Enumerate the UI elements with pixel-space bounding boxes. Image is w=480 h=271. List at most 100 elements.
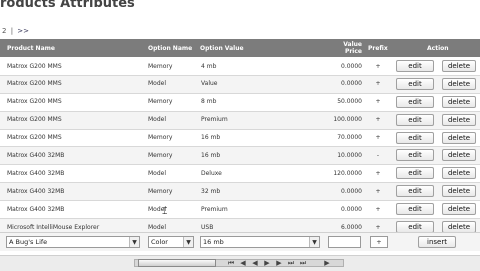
- product-select-value: A Bug's Life: [9, 238, 48, 246]
- chevron-down-icon[interactable]: ▼: [183, 237, 193, 247]
- play-icon[interactable]: ▶: [262, 258, 272, 268]
- prefix-input[interactable]: +: [370, 236, 388, 248]
- cell-option-value: Premium: [201, 116, 228, 124]
- cell-option-value: Premium: [201, 205, 228, 213]
- table-header: Product Name Option Name Option Value Va…: [0, 39, 480, 57]
- add-attribute-row: A Bug's Life ▼ Color ▼ 16 mb ▼ + insert: [0, 232, 480, 251]
- cell-prefix: +: [375, 62, 381, 70]
- edit-button[interactable]: edit: [396, 131, 434, 144]
- horizontal-scrollbar[interactable]: ⏮ ◀ ◀ ▶ ▶ ⏭ ⏭ ▶: [0, 255, 480, 271]
- edit-button[interactable]: edit: [396, 60, 434, 72]
- cell-value-price: 0.0000: [341, 80, 362, 88]
- cell-prefix: +: [375, 116, 381, 124]
- cell-prefix: +: [375, 205, 381, 213]
- page-title: roducts Attributes: [0, 0, 135, 11]
- cell-value-price: 100.0000: [333, 116, 362, 124]
- cell-product-name: Matrox G200 MMS: [7, 80, 62, 88]
- cell-option-name: Model: [148, 80, 167, 88]
- cell-option-value: 16 mb: [201, 134, 221, 142]
- header-value-price-line1: Value: [343, 41, 362, 48]
- header-action: Action: [427, 44, 449, 52]
- table-row: Matrox G200 MMS Model Premium 100.0000 +…: [0, 111, 480, 130]
- cell-option-name: Memory: [148, 151, 173, 159]
- delete-button[interactable]: delete: [442, 167, 476, 180]
- cell-prefix: +: [375, 187, 381, 195]
- scrollbar-thumb[interactable]: [138, 259, 216, 267]
- value-select[interactable]: 16 mb ▼: [200, 236, 320, 248]
- cell-product-name: Matrox G200 MMS: [7, 116, 62, 124]
- forward-icon[interactable]: ▶: [274, 258, 284, 268]
- insert-button[interactable]: insert: [418, 236, 456, 248]
- cell-product-name: Matrox G400 32MB: [7, 151, 65, 159]
- cell-value-price: 0.0000: [341, 205, 362, 213]
- delete-button[interactable]: delete: [442, 95, 476, 108]
- option-select[interactable]: Color ▼: [148, 236, 194, 248]
- edit-button[interactable]: edit: [396, 203, 434, 216]
- cell-product-name: Matrox G400 32MB: [7, 205, 65, 213]
- pager-separator: |: [10, 27, 14, 35]
- value-select-value: 16 mb: [203, 238, 224, 246]
- cell-prefix: -: [376, 151, 380, 159]
- edit-button[interactable]: edit: [396, 77, 434, 90]
- cell-value-price: 120.0000: [333, 169, 362, 177]
- delete-button[interactable]: delete: [442, 60, 476, 72]
- edit-button[interactable]: edit: [396, 95, 434, 108]
- cell-value-price: 10.0000: [337, 151, 362, 159]
- edit-button[interactable]: edit: [396, 113, 434, 126]
- header-value-price: Value Price: [336, 39, 362, 57]
- table-row: Matrox G400 32MB Model Deluxe 120.0000 +…: [0, 165, 480, 184]
- cell-option-value: Deluxe: [201, 169, 222, 177]
- table-row: Matrox G200 MMS Model Value 0.0000 + edi…: [0, 75, 480, 94]
- delete-button[interactable]: delete: [442, 77, 476, 90]
- cell-prefix: +: [375, 98, 381, 106]
- header-product-name: Product Name: [7, 44, 55, 52]
- edit-button[interactable]: edit: [396, 185, 434, 198]
- attributes-table-body: Matrox G200 MMS Memory 4 mb 0.0000 + edi…: [0, 58, 480, 237]
- next-page-icon[interactable]: ⏭: [286, 258, 296, 268]
- cell-product-name: Matrox G400 32MB: [7, 169, 65, 177]
- cell-option-name: Memory: [148, 187, 173, 195]
- pagination: 2 | >>: [2, 27, 31, 35]
- last-page-icon[interactable]: ⏭: [298, 258, 308, 268]
- cell-product-name: Matrox G200 MMS: [7, 98, 62, 106]
- cell-value-price: 0.0000: [341, 62, 362, 70]
- value-price-input[interactable]: [328, 236, 361, 248]
- table-row: Matrox G200 MMS Memory 8 mb 50.0000 + ed…: [0, 93, 480, 112]
- table-row: Matrox G400 32MB Model Premium 0.0000 + …: [0, 201, 480, 220]
- delete-button[interactable]: delete: [442, 185, 476, 198]
- cell-option-value: 16 mb: [201, 151, 221, 159]
- chevron-down-icon[interactable]: ▼: [309, 237, 319, 247]
- cell-option-name: Memory: [148, 98, 173, 106]
- cell-product-name: Matrox G400 32MB: [7, 187, 65, 195]
- mouse-cursor-icon: ⌶: [162, 207, 168, 217]
- rewind-icon[interactable]: ◀: [250, 258, 260, 268]
- header-value-price-line2: Price: [344, 48, 362, 55]
- pager-current-page[interactable]: 2: [2, 27, 6, 35]
- cell-option-value: 32 mb: [201, 187, 221, 195]
- cell-option-name: Memory: [148, 134, 173, 142]
- cell-option-value: 8 mb: [201, 98, 217, 106]
- header-option-value: Option Value: [200, 44, 244, 52]
- header-option-name: Option Name: [148, 44, 193, 52]
- option-select-value: Color: [151, 238, 168, 246]
- delete-button[interactable]: delete: [442, 113, 476, 126]
- cell-value-price: 0.0000: [341, 187, 362, 195]
- first-page-icon[interactable]: ⏮: [226, 258, 236, 268]
- pager-next-link[interactable]: >>: [17, 27, 29, 35]
- chevron-down-icon[interactable]: ▼: [129, 237, 139, 247]
- scroll-right-icon[interactable]: ▶: [322, 258, 332, 268]
- edit-button[interactable]: edit: [396, 167, 434, 180]
- table-row: Matrox G200 MMS Memory 16 mb 70.0000 + e…: [0, 129, 480, 148]
- delete-button[interactable]: delete: [442, 149, 476, 162]
- cell-value-price: 70.0000: [337, 134, 362, 142]
- table-row: Matrox G400 32MB Memory 32 mb 0.0000 + e…: [0, 183, 480, 202]
- delete-button[interactable]: delete: [442, 131, 476, 144]
- cell-option-name: Model: [148, 169, 167, 177]
- table-row: Matrox G400 32MB Memory 16 mb 10.0000 - …: [0, 147, 480, 166]
- product-select[interactable]: A Bug's Life ▼: [6, 236, 140, 248]
- edit-button[interactable]: edit: [396, 149, 434, 162]
- cell-option-name: Model: [148, 116, 167, 124]
- delete-button[interactable]: delete: [442, 203, 476, 216]
- prev-page-icon[interactable]: ◀: [238, 258, 248, 268]
- cell-product-name: Matrox G200 MMS: [7, 134, 62, 142]
